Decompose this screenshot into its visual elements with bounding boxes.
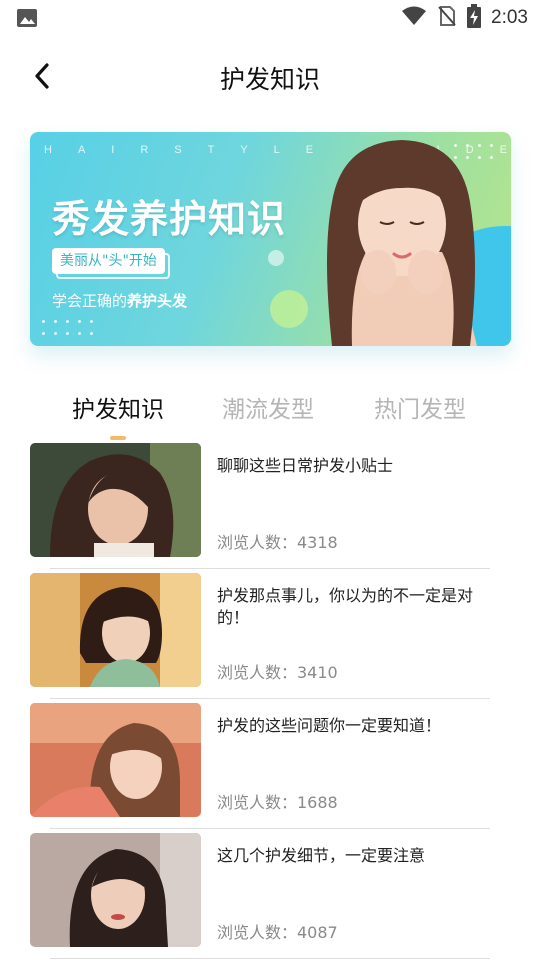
divider [50,958,490,959]
article-title: 这几个护发细节，一定要注意 [217,846,426,865]
status-icons: 2:03 [401,4,528,32]
tab-hair-care-knowledge[interactable]: 护发知识 [72,390,164,424]
image-icon [16,8,38,28]
article-title: 护发的这些问题你一定要知道！ [217,716,442,735]
banner-subtitle: 学会正确的养护头发 [52,290,187,311]
divider [50,568,490,569]
banner-bubble [268,250,284,266]
battery-charging-icon [467,4,482,32]
list-item[interactable]: 护发的这些问题你一定要知道！ 浏览人数：1688 [30,703,490,829]
article-thumbnail [30,833,201,947]
tab-active-indicator [110,436,126,440]
banner-subtitle-bold: 养护头发 [127,292,188,310]
banner-title: 秀发养护知识 [52,197,287,241]
status-time: 2:03 [491,7,528,28]
no-sim-icon [437,5,457,31]
banner-portrait-image [327,140,477,346]
article-view-count: 浏览人数：3410 [217,663,338,682]
banner-subtitle-prefix: 学会正确的 [52,292,128,310]
article-view-count: 浏览人数：4318 [217,533,338,552]
article-title: 聊聊这些日常护发小贴士 [217,456,394,475]
wifi-icon [401,6,427,30]
divider [50,828,490,829]
article-thumbnail [30,703,201,817]
article-thumbnail [30,573,201,687]
category-tabs: 护发知识 潮流发型 热门发型 [0,384,540,444]
article-view-count: 浏览人数：1688 [217,793,338,812]
article-view-count: 浏览人数：4087 [217,923,338,942]
article-title: 护发那点事儿，你以为的不一定是对的！ [217,586,474,627]
tab-trending-hairstyles[interactable]: 潮流发型 [222,390,314,424]
header: 护发知识 [0,48,540,104]
divider [50,698,490,699]
status-bar: 2:03 [0,0,540,36]
list-item[interactable]: 聊聊这些日常护发小贴士 浏览人数：4318 [30,443,490,569]
article-thumbnail [30,443,201,557]
list-item[interactable]: 护发那点事儿，你以为的不一定是对的！ 浏览人数：3410 [30,573,490,699]
page-title: 护发知识 [219,65,320,94]
banner-tag: 美丽从"头"开始 [52,248,165,274]
tab-popular-hairstyles[interactable]: 热门发型 [374,390,466,424]
promo-banner[interactable]: HAIRSTYLE GUIDE 秀发养护知识 美丽从"头"开始 学会正确的养护头… [30,132,511,346]
list-item[interactable]: 这几个护发细节，一定要注意 浏览人数：4087 [30,833,490,959]
